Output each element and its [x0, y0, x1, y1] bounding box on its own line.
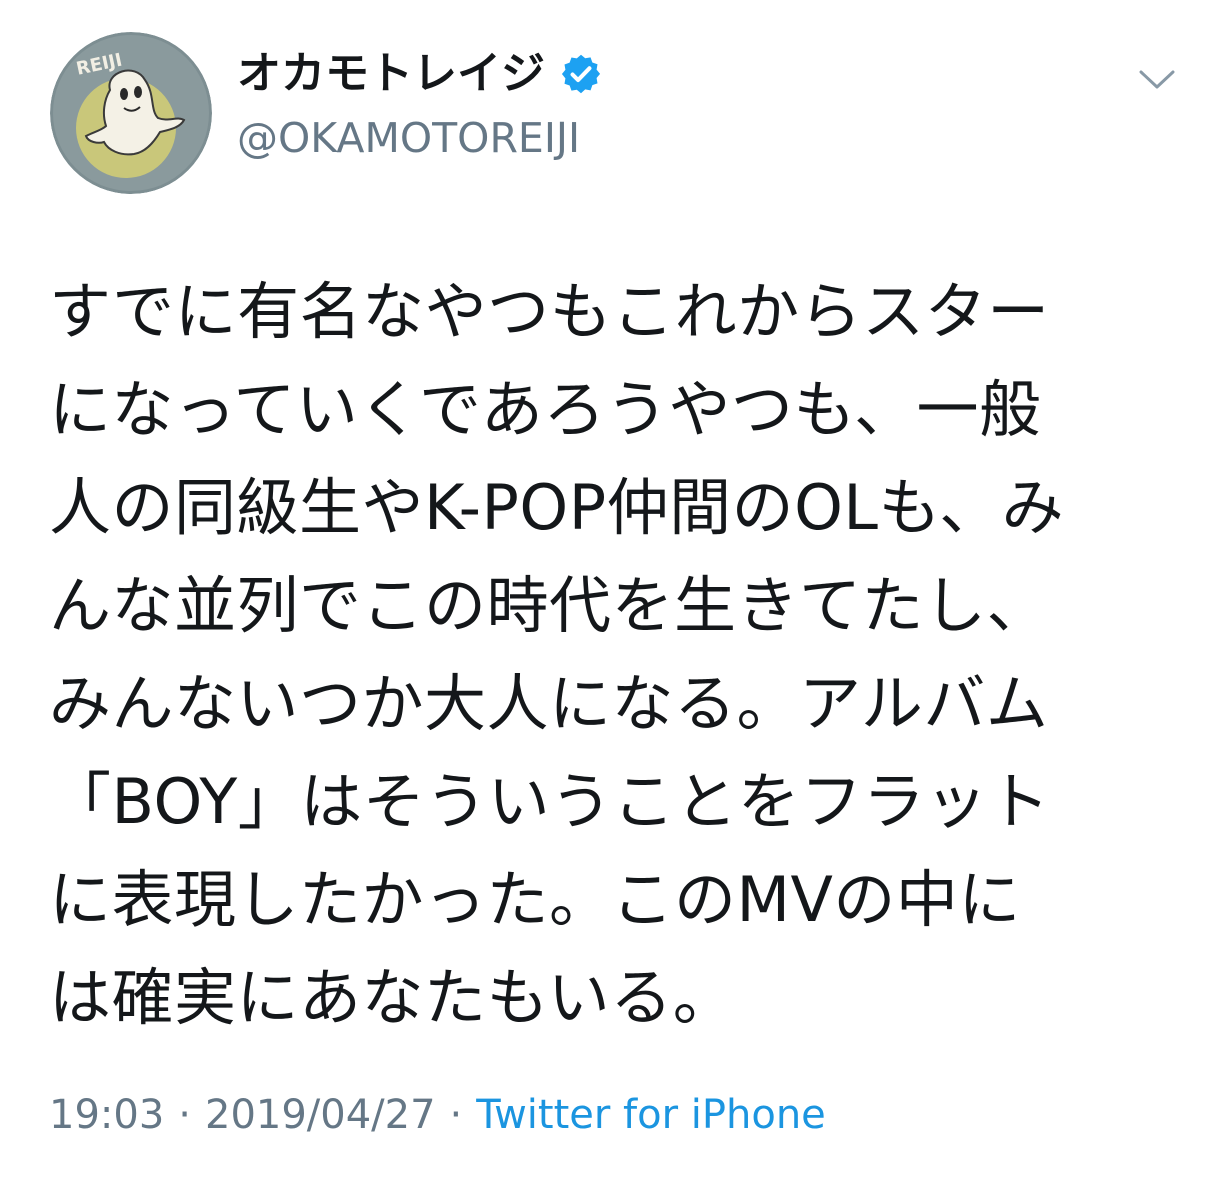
tweet-text-line: は確実にあなたもいる。 [49, 961, 736, 1034]
tweet-text-line: 「BOY」はそういうことをフラット [49, 765, 1051, 838]
chevron-down-icon [1139, 70, 1175, 89]
tweet-text-line: になっていくであろうやつも、一般 [49, 373, 1042, 446]
tweet-card: REIJI オカモトレイジ @OKAMOTOREIJI すでに有名なやつもこれか… [0, 0, 1219, 1177]
avatar-image: REIJI [50, 32, 212, 194]
display-name[interactable]: オカモトレイジ [237, 44, 545, 104]
tweet-menu-button[interactable] [1135, 62, 1179, 98]
tweet-body: すでに有名なやつもこれからスター になっていくであろうやつも、一般 人の同級生や… [49, 263, 1189, 1047]
tweet-source-link[interactable]: Twitter for iPhone [476, 1092, 826, 1138]
tweet-text-line: すでに有名なやつもこれからスター [49, 275, 1050, 348]
tweet-date[interactable]: 2019/04/27 [205, 1092, 436, 1138]
tweet-text-line: みんないつか大人になる。アルバム [49, 667, 1049, 740]
author-name-row: オカモトレイジ [237, 44, 603, 104]
user-handle[interactable]: @OKAMOTOREIJI [237, 110, 580, 166]
tweet-text-line: 人の同級生やK-POP仲間のOLも、み [49, 471, 1065, 544]
tweet-time[interactable]: 19:03 [49, 1092, 164, 1138]
meta-separator: · [178, 1092, 191, 1138]
verified-badge-icon [559, 52, 603, 96]
tweet-text-line: んな並列でこの時代を生きてたし、 [49, 569, 1050, 642]
meta-separator: · [449, 1092, 463, 1138]
avatar[interactable]: REIJI [50, 32, 212, 194]
tweet-text-line: に表現したかった。このMVの中に [49, 863, 1021, 936]
tweet-metadata: 19:03 · 2019/04/27 · Twitter for iPhone [49, 1086, 826, 1144]
